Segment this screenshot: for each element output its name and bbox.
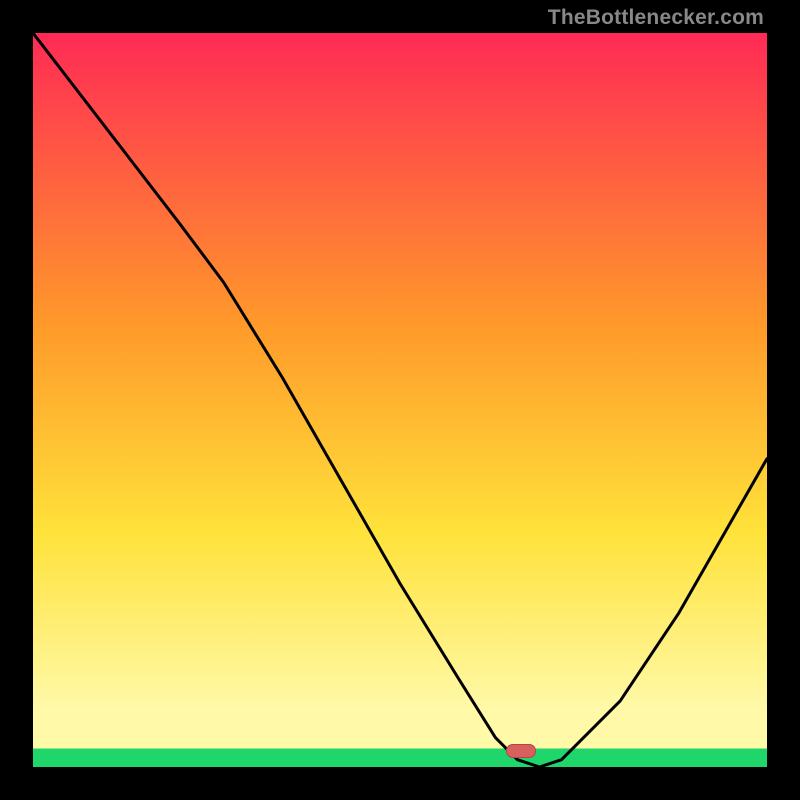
watermark-text: TheBottlenecker.com (548, 6, 764, 30)
green-band (33, 749, 767, 767)
chart-frame: TheBottlenecker.com (0, 0, 800, 800)
plot-area (33, 33, 767, 767)
bottleneck-curve (33, 33, 767, 767)
optimal-marker-pill (506, 744, 536, 758)
